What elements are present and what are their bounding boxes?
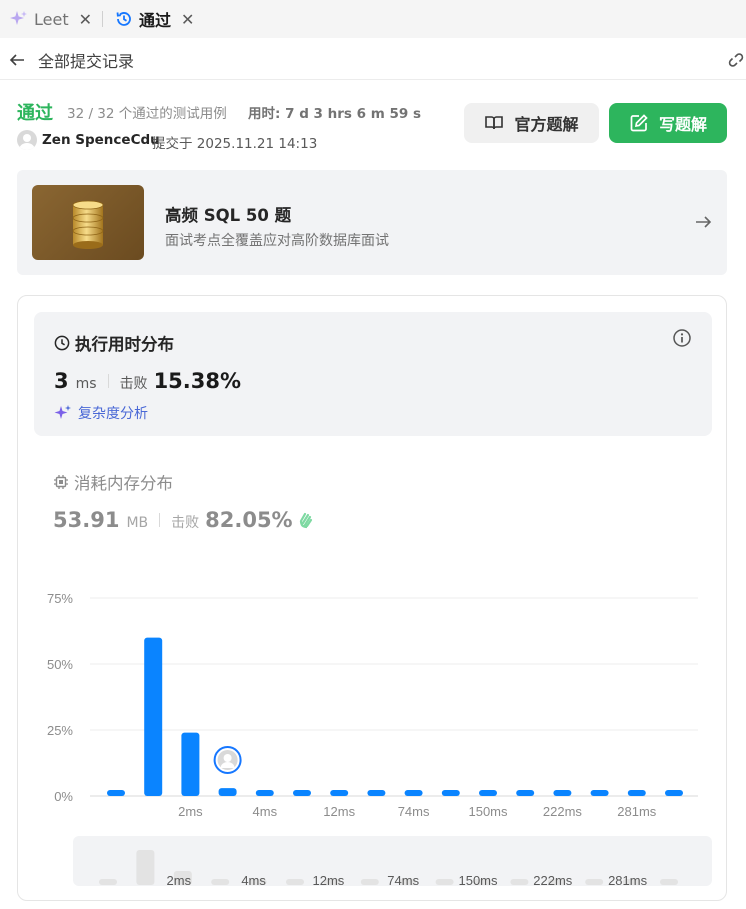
x-tick-label: 281ms	[617, 804, 657, 819]
navigator-tick-label: 12ms	[313, 873, 345, 888]
x-tick-label: 74ms	[398, 804, 430, 819]
x-tick-label: 12ms	[323, 804, 355, 819]
chart-bar	[590, 790, 609, 796]
navigator-tick-label: 74ms	[387, 873, 419, 888]
navigator-bar	[99, 879, 117, 885]
navigator-bar	[585, 879, 604, 885]
chart-bar	[330, 790, 349, 796]
chart-bar	[181, 732, 200, 796]
navigator-bar	[136, 850, 155, 885]
x-tick-label: 2ms	[178, 804, 203, 819]
y-tick-label: 50%	[47, 657, 73, 672]
navigator-bar	[510, 879, 529, 885]
y-tick-label: 75%	[47, 591, 73, 606]
navigator-tick-label: 150ms	[458, 873, 498, 888]
chart-bar	[144, 637, 163, 796]
chart-bar	[627, 790, 646, 796]
navigator-tick-label: 222ms	[533, 873, 573, 888]
chart-bar	[218, 788, 237, 796]
navigator-bar	[360, 879, 379, 885]
chart-bar	[479, 790, 497, 796]
navigator-tick-label: 281ms	[608, 873, 648, 888]
runtime-distribution-chart: 75% 50% 25% 0% 2ms 4ms 12ms 74ms 150ms 222ms 281ms…	[47, 591, 698, 888]
y-tick-label: 0%	[54, 789, 73, 804]
chart-bar	[516, 790, 535, 796]
navigator-bar	[660, 879, 678, 885]
chart-bar	[107, 790, 125, 796]
chart-bar	[404, 790, 423, 796]
chart-bar	[255, 790, 274, 796]
x-tick-label: 150ms	[468, 804, 508, 819]
avatar-marker-head	[223, 754, 232, 762]
navigator-bar	[286, 879, 304, 885]
chart-bar	[665, 790, 683, 796]
navigator-bar	[211, 879, 230, 885]
chart-bar	[553, 790, 572, 796]
navigator-tick-label: 2ms	[167, 873, 192, 888]
chart-bar	[293, 790, 311, 796]
x-tick-label: 4ms	[253, 804, 278, 819]
navigator-bar	[435, 879, 454, 885]
chart-bar	[441, 790, 460, 796]
navigator-tick-label: 4ms	[241, 873, 266, 888]
x-tick-label: 222ms	[543, 804, 583, 819]
y-tick-label: 25%	[47, 723, 73, 738]
chart-bar	[367, 790, 386, 796]
